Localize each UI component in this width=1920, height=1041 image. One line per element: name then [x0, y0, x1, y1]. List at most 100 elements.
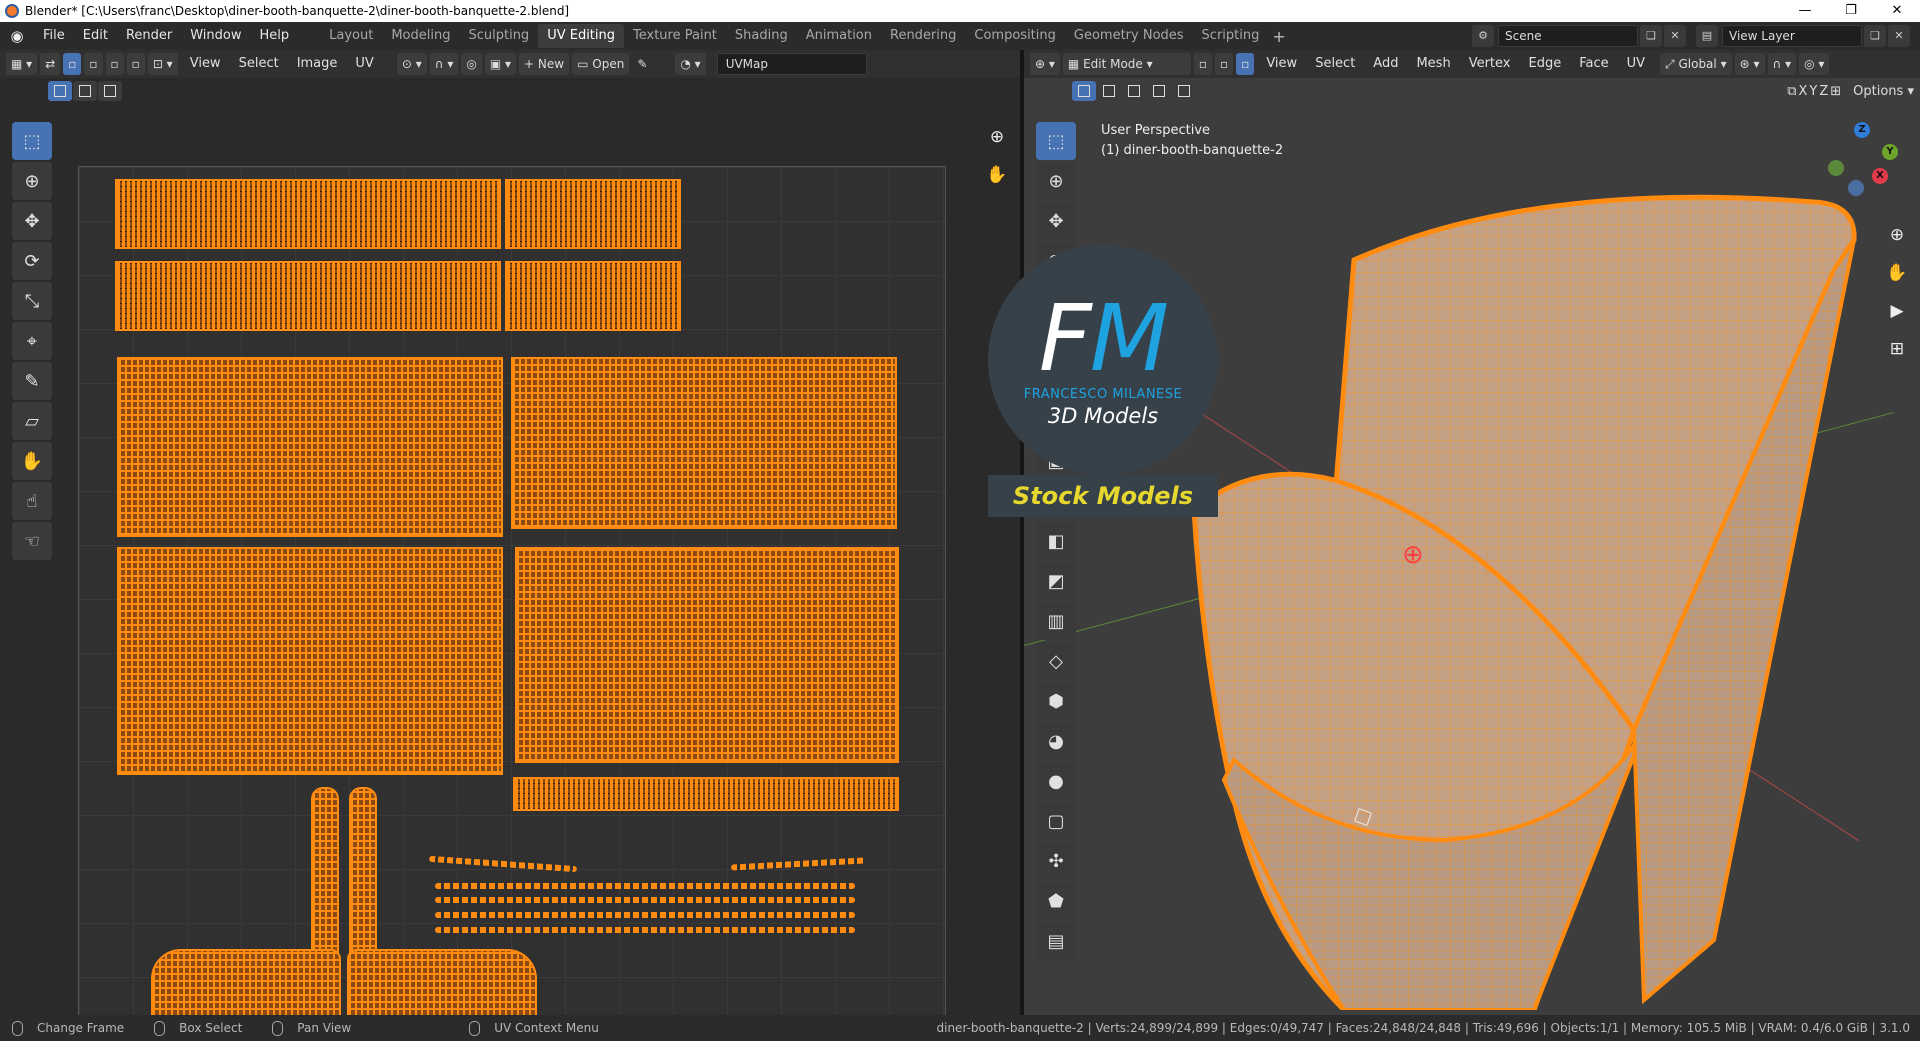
delete-scene-icon[interactable]: ✕	[1664, 25, 1686, 47]
pin-icon[interactable]: ✎	[632, 53, 652, 75]
select-extend-icon[interactable]	[73, 81, 97, 101]
vp-select-invert-icon[interactable]	[1147, 81, 1171, 101]
select-subtract-icon[interactable]	[98, 81, 122, 101]
tab-modeling[interactable]: Modeling	[382, 24, 459, 48]
uv-island[interactable]	[115, 179, 501, 249]
viewport-menu-mesh[interactable]: Mesh	[1407, 50, 1459, 78]
uv-strip[interactable]	[435, 883, 855, 889]
viewport-menu-select[interactable]: Select	[1306, 50, 1364, 78]
uv-menu-view[interactable]: View	[181, 50, 230, 78]
vp-select-box-tool-icon[interactable]: ⬚	[1036, 122, 1076, 160]
vp-move-tool-icon[interactable]: ✥	[1036, 202, 1076, 240]
edge-mode-icon[interactable]: ▫	[1215, 53, 1234, 75]
tab-geometry-nodes[interactable]: Geometry Nodes	[1065, 24, 1193, 48]
tab-sculpting[interactable]: Sculpting	[459, 24, 538, 48]
uv-island-select-icon[interactable]: ▫	[126, 53, 145, 75]
uv-strip[interactable]	[435, 912, 855, 918]
menu-file[interactable]: File	[34, 22, 74, 50]
new-view-layer-icon[interactable]: ❏	[1864, 25, 1886, 47]
viewport-menu-add[interactable]: Add	[1364, 50, 1407, 78]
vp-cursor-tool-icon[interactable]: ⊕	[1036, 162, 1076, 200]
rip-region-tool-icon[interactable]: ▤	[1036, 922, 1076, 960]
poly-build-tool-icon[interactable]: ⬢	[1036, 682, 1076, 720]
annotate-tool-icon[interactable]: ✎	[12, 362, 52, 400]
viewport-menu-edge[interactable]: Edge	[1520, 50, 1571, 78]
knife-tool-icon[interactable]: ◇	[1036, 642, 1076, 680]
delete-view-layer-icon[interactable]: ✕	[1888, 25, 1910, 47]
vp-pan-hand-icon[interactable]: ✋	[1882, 258, 1912, 288]
tab-compositing[interactable]: Compositing	[965, 24, 1065, 48]
uv-sync-icon[interactable]: ⇄	[40, 53, 61, 75]
gizmo-neg-z-axis[interactable]	[1848, 180, 1864, 196]
pivot-point-icon[interactable]: ⊛ ▾	[1734, 53, 1765, 75]
mode-selector[interactable]: ▦ Edit Mode ▾	[1062, 53, 1191, 75]
zoom-icon[interactable]: ⊕	[982, 122, 1012, 152]
uv-face-select-icon[interactable]: ▫	[105, 53, 124, 75]
banquette-mesh[interactable]	[1114, 140, 1894, 1010]
shear-tool-icon[interactable]: ⬟	[1036, 882, 1076, 920]
proportional-icon[interactable]: ◎ ▾	[1799, 53, 1830, 75]
scene-name-field[interactable]: Scene	[1498, 25, 1638, 47]
uv-canvas[interactable]	[78, 166, 946, 1015]
menu-window[interactable]: Window	[181, 22, 250, 50]
relax-tool-icon[interactable]: ☝	[12, 482, 52, 520]
view-layer-field[interactable]: View Layer	[1722, 25, 1862, 47]
menu-render[interactable]: Render	[117, 22, 181, 50]
edge-slide-tool-icon[interactable]: ▢	[1036, 802, 1076, 840]
new-scene-icon[interactable]: ❏	[1640, 25, 1662, 47]
uv-strip[interactable]	[428, 855, 578, 873]
vp-select-subtract-icon[interactable]	[1122, 81, 1146, 101]
select-new-icon[interactable]	[48, 81, 72, 101]
overlay-icon[interactable]: ◔ ▾	[675, 53, 706, 75]
mirror-x-toggle[interactable]: X	[1798, 84, 1807, 99]
mirror-icon[interactable]: ⧉	[1787, 84, 1796, 99]
vp-zoom-icon[interactable]: ⊕	[1882, 220, 1912, 250]
uv-menu-select[interactable]: Select	[230, 50, 288, 78]
loop-cut-tool-icon[interactable]: ▥	[1036, 602, 1076, 640]
mirror-z-toggle[interactable]: Z	[1819, 84, 1828, 99]
uv-vertex-select-icon[interactable]: ▫	[63, 53, 82, 75]
viewport-editor-type-icon[interactable]: ⊕ ▾	[1030, 53, 1060, 75]
open-image-button[interactable]: ▭ Open	[572, 53, 630, 75]
auto-merge-icon[interactable]: ⊞	[1830, 84, 1841, 99]
uv-island[interactable]	[151, 949, 341, 1015]
vp-select-extend-icon[interactable]	[1097, 81, 1121, 101]
viewport-menu-face[interactable]: Face	[1570, 50, 1617, 78]
tab-rendering[interactable]: Rendering	[881, 24, 965, 48]
snap-toggle-icon[interactable]: ∩ ▾	[1767, 53, 1797, 75]
uv-strip[interactable]	[730, 857, 866, 871]
inset-tool-icon[interactable]: ◧	[1036, 522, 1076, 560]
uv-island[interactable]	[347, 949, 537, 1015]
mirror-y-toggle[interactable]: Y	[1809, 84, 1817, 99]
sticky-select-icon[interactable]: ⊡ ▾	[147, 53, 178, 75]
navigation-gizmo[interactable]: Z Y X	[1822, 120, 1902, 200]
uv-island[interactable]	[117, 357, 503, 537]
shrink-fatten-tool-icon[interactable]: ✣	[1036, 842, 1076, 880]
menu-edit[interactable]: Edit	[74, 22, 117, 50]
image-browse-icon[interactable]: ▣ ▾	[484, 53, 517, 75]
gizmo-x-axis[interactable]: X	[1872, 168, 1888, 184]
new-image-button[interactable]: + New	[519, 53, 570, 75]
uv-strip[interactable]	[435, 927, 855, 933]
spin-tool-icon[interactable]: ◕	[1036, 722, 1076, 760]
transform-tool-icon[interactable]: ⌖	[12, 322, 52, 360]
add-workspace-button[interactable]: +	[1272, 27, 1285, 46]
face-mode-icon[interactable]: ▫	[1236, 53, 1255, 75]
viewport-menu-view[interactable]: View	[1257, 50, 1306, 78]
uv-island[interactable]	[511, 357, 897, 529]
viewport-menu-uv[interactable]: UV	[1618, 50, 1654, 78]
pinch-tool-icon[interactable]: ☜	[12, 522, 52, 560]
smooth-tool-icon[interactable]: ●	[1036, 762, 1076, 800]
close-button[interactable]: ✕	[1874, 0, 1920, 22]
tab-texture-paint[interactable]: Texture Paint	[624, 24, 726, 48]
tab-uv-editing[interactable]: UV Editing	[538, 24, 625, 48]
viewport-menu-vertex[interactable]: Vertex	[1460, 50, 1520, 78]
vertex-mode-icon[interactable]: ▫	[1193, 53, 1213, 75]
uv-edge-select-icon[interactable]: ▫	[84, 53, 103, 75]
rotate-tool-icon[interactable]: ⟳	[12, 242, 52, 280]
grab-tool-icon[interactable]: ✋	[12, 442, 52, 480]
camera-view-icon[interactable]: ▶	[1882, 296, 1912, 326]
tab-scripting[interactable]: Scripting	[1193, 24, 1269, 48]
menu-help[interactable]: Help	[251, 22, 299, 50]
pan-hand-icon[interactable]: ✋	[982, 160, 1012, 190]
